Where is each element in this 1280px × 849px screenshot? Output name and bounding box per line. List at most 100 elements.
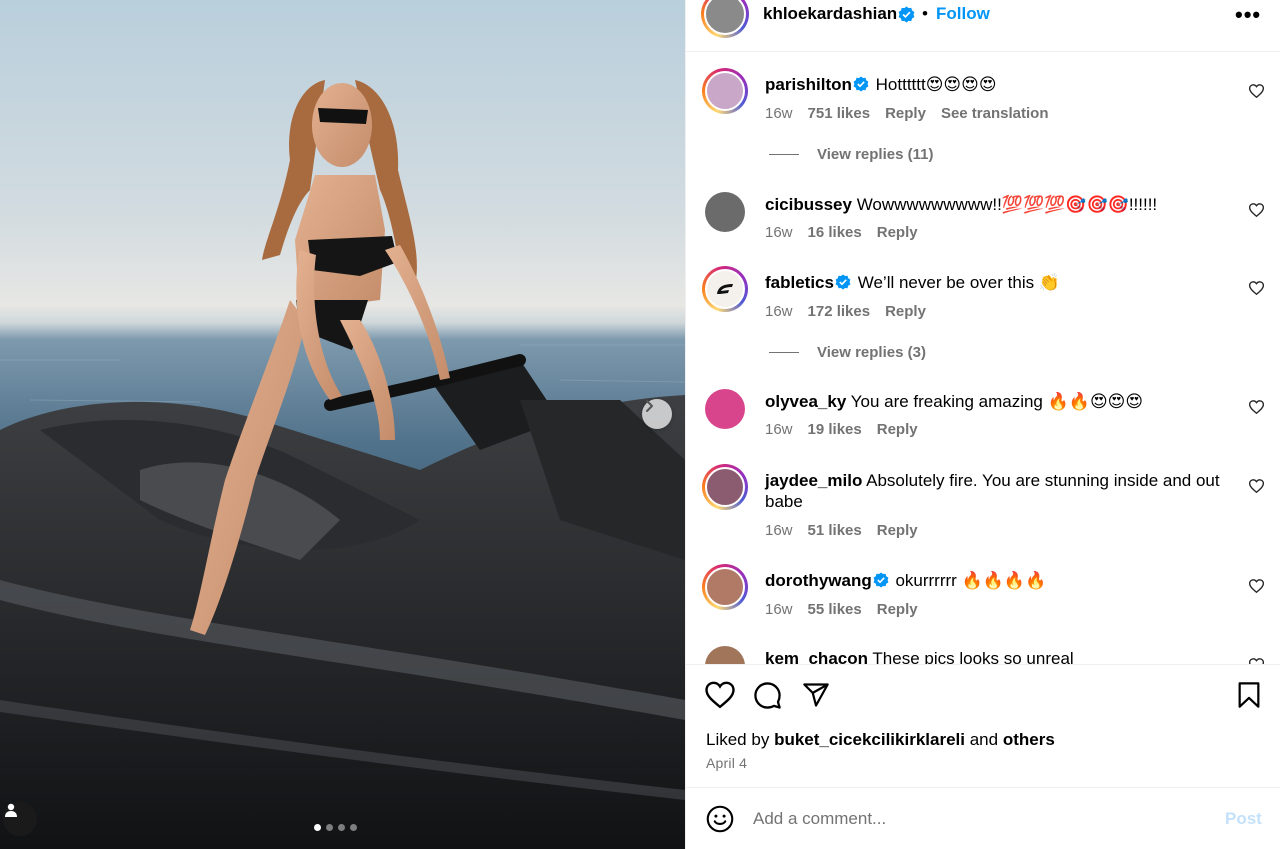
- reply-button[interactable]: Reply: [877, 601, 918, 618]
- comments-list[interactable]: parishilton Hotttttt😍😍😍😍 16w 751 likes R…: [686, 52, 1280, 664]
- verified-badge-icon: [873, 572, 889, 593]
- comment-item: fabletics We’ll never be over this 👏 16w…: [686, 266, 1280, 371]
- follow-button[interactable]: Follow: [936, 4, 990, 24]
- reply-button[interactable]: Reply: [877, 522, 918, 539]
- comment-like-heart-icon[interactable]: [1248, 281, 1265, 300]
- comment-body: okurrrrrr 🔥🔥🔥🔥: [895, 571, 1047, 590]
- comment-username[interactable]: olyvea_ky: [765, 392, 846, 411]
- comment-age: 16w: [765, 224, 793, 241]
- add-comment-bar: Post: [686, 787, 1280, 849]
- post-header: khloekardashian • Follow •••: [686, 0, 1280, 52]
- comment-username[interactable]: kem_chacon: [765, 649, 868, 664]
- post-actions: Liked by buket_cicekcilikirklareli and o…: [686, 664, 1280, 787]
- post-comment-button[interactable]: Post: [1225, 809, 1262, 829]
- comment-age: 16w: [765, 601, 793, 618]
- liked-by-user[interactable]: buket_cicekcilikirklareli: [774, 730, 965, 749]
- comment-meta: 16w 19 likes Reply: [765, 421, 918, 438]
- bookmark-icon[interactable]: [1237, 681, 1261, 714]
- post-date[interactable]: April 4: [706, 755, 747, 771]
- view-replies-label: View replies (11): [817, 146, 934, 163]
- comment-text: kem_chacon These pics looks so unreal: [765, 648, 1235, 664]
- view-replies-button[interactable]: View replies (11): [769, 146, 933, 163]
- reply-button[interactable]: Reply: [877, 421, 918, 438]
- verified-badge-icon: [853, 76, 869, 97]
- comment-item: kem_chacon These pics looks so unreal: [686, 646, 1280, 664]
- comment-username[interactable]: parishilton: [765, 75, 852, 94]
- comment-meta: 16w 51 likes Reply: [765, 522, 918, 539]
- comment-text: cicibussey Wowwwwwwwww!!💯💯💯🎯🎯🎯!!!!!!: [765, 194, 1235, 215]
- comment-like-heart-icon[interactable]: [1248, 400, 1265, 419]
- see-translation-button[interactable]: See translation: [941, 105, 1049, 122]
- post-image[interactable]: [0, 0, 685, 849]
- comment-age: 16w: [765, 421, 793, 438]
- comment-item: parishilton Hotttttt😍😍😍😍 16w 751 likes R…: [686, 68, 1280, 178]
- chevron-right-icon: [646, 400, 653, 412]
- post-photo: [0, 80, 685, 849]
- comment-username[interactable]: jaydee_milo: [765, 471, 862, 490]
- commenter-avatar[interactable]: [705, 192, 745, 232]
- comment-username[interactable]: dorothywang: [765, 571, 872, 590]
- comment-meta: 16w 751 likes Reply See translation: [765, 105, 1049, 122]
- emoji-icon[interactable]: [706, 805, 734, 838]
- commenter-avatar[interactable]: [705, 646, 745, 664]
- commenter-avatar[interactable]: [702, 68, 748, 114]
- comment-meta: 16w 172 likes Reply: [765, 303, 926, 320]
- comment-meta: 16w 16 likes Reply: [765, 224, 918, 241]
- comment-item: jaydee_milo Absolutely fire. You are stu…: [686, 464, 1280, 544]
- carousel-indicator: [314, 824, 357, 831]
- liked-by-prefix: Liked by: [706, 730, 770, 749]
- commenter-avatar[interactable]: [702, 266, 748, 312]
- user-tag-button[interactable]: [3, 802, 37, 836]
- header-separator: •: [922, 4, 928, 23]
- comment-item: olyvea_ky You are freaking amazing 🔥🔥😍😍😍…: [686, 389, 1280, 449]
- reply-button[interactable]: Reply: [885, 105, 926, 122]
- view-replies-label: View replies (3): [817, 344, 926, 361]
- comment-icon[interactable]: [753, 681, 782, 715]
- carousel-next-button[interactable]: [642, 399, 672, 429]
- comment-like-heart-icon[interactable]: [1248, 203, 1265, 222]
- comment-text: olyvea_ky You are freaking amazing 🔥🔥😍😍😍: [765, 391, 1235, 412]
- comment-item: dorothywang okurrrrrr 🔥🔥🔥🔥 16w 55 likes …: [686, 564, 1280, 624]
- reply-button[interactable]: Reply: [885, 303, 926, 320]
- comment-username[interactable]: fabletics: [765, 273, 834, 292]
- carousel-dot: [338, 824, 345, 831]
- comment-body: Wowwwwwwwww!!💯💯💯🎯🎯🎯!!!!!!: [856, 195, 1158, 214]
- comment-age: 16w: [765, 303, 793, 320]
- send-icon[interactable]: [802, 681, 830, 714]
- comment-likes[interactable]: 51 likes: [808, 522, 862, 539]
- post-details-panel: khloekardashian • Follow ••• parishilton…: [685, 0, 1280, 849]
- comment-age: 16w: [765, 105, 793, 122]
- comment-body: We’ll never be over this 👏: [857, 273, 1060, 292]
- author-username[interactable]: khloekardashian: [763, 4, 897, 24]
- comment-input[interactable]: [753, 806, 1203, 832]
- commenter-avatar[interactable]: [705, 389, 745, 429]
- reply-button[interactable]: Reply: [877, 224, 918, 241]
- carousel-dot-active: [314, 824, 321, 831]
- comment-like-heart-icon[interactable]: [1248, 84, 1265, 103]
- comment-like-heart-icon[interactable]: [1248, 579, 1265, 598]
- comment-likes[interactable]: 16 likes: [808, 224, 862, 241]
- liked-by-others[interactable]: others: [1003, 730, 1055, 749]
- commenter-avatar[interactable]: [702, 464, 748, 510]
- comment-like-heart-icon[interactable]: [1248, 479, 1265, 498]
- comment-likes[interactable]: 55 likes: [808, 601, 862, 618]
- comment-body: You are freaking amazing 🔥🔥😍😍😍: [850, 392, 1144, 411]
- comment-likes[interactable]: 751 likes: [808, 105, 871, 122]
- author-avatar[interactable]: [701, 0, 749, 38]
- comment-username[interactable]: cicibussey: [765, 195, 852, 214]
- comment-body: These pics looks so unreal: [872, 649, 1074, 664]
- carousel-dot: [326, 824, 333, 831]
- comment-text: jaydee_milo Absolutely fire. You are stu…: [765, 470, 1240, 512]
- more-options-icon[interactable]: •••: [1235, 2, 1261, 28]
- comment-body: Hotttttt😍😍😍😍: [875, 75, 997, 94]
- comment-item: cicibussey Wowwwwwwwww!!💯💯💯🎯🎯🎯!!!!!! 16w…: [686, 192, 1280, 252]
- comment-likes[interactable]: 172 likes: [808, 303, 871, 320]
- heart-icon[interactable]: [705, 681, 735, 714]
- user-tag-icon: [5, 803, 17, 817]
- commenter-avatar[interactable]: [702, 564, 748, 610]
- comment-likes[interactable]: 19 likes: [808, 421, 862, 438]
- comment-age: 16w: [765, 522, 793, 539]
- replies-divider: [769, 352, 799, 353]
- liked-by: Liked by buket_cicekcilikirklareli and o…: [706, 730, 1055, 750]
- view-replies-button[interactable]: View replies (3): [769, 344, 926, 361]
